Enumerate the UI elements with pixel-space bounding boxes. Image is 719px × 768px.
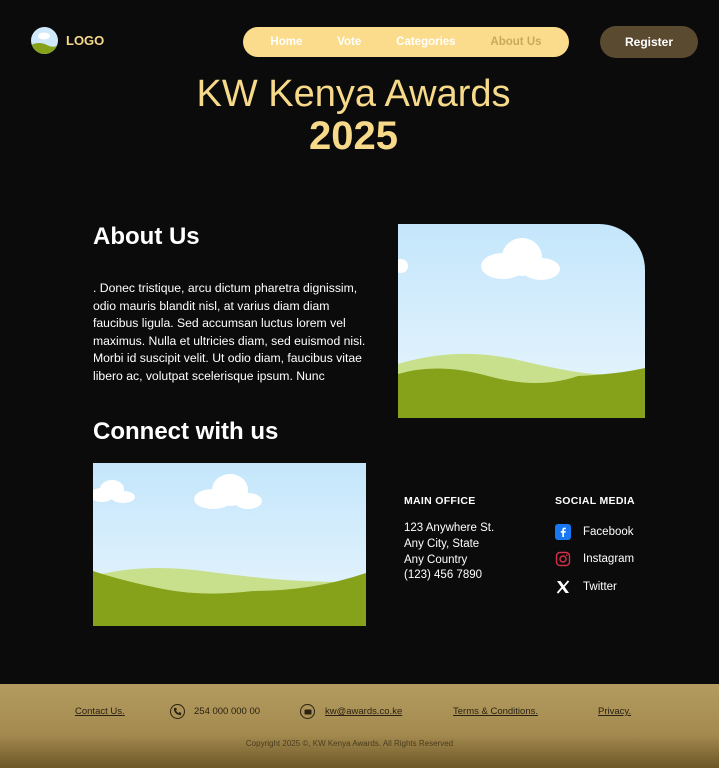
about-heading: About Us bbox=[93, 223, 200, 250]
main-nav: Home Vote Categories About Us bbox=[243, 27, 569, 57]
instagram-icon bbox=[555, 551, 571, 567]
nav-categories[interactable]: Categories bbox=[396, 36, 455, 48]
footer-phone[interactable]: 254 000 000 00 bbox=[170, 704, 260, 719]
nav-home[interactable]: Home bbox=[270, 36, 302, 48]
footer-email[interactable]: kw@awards.co.ke bbox=[300, 704, 402, 719]
social-twitter-link[interactable]: Twitter bbox=[555, 573, 634, 601]
footer-email-link[interactable]: kw@awards.co.ke bbox=[325, 706, 402, 717]
about-image bbox=[398, 224, 645, 418]
page-title-year: 2025 bbox=[309, 114, 398, 158]
page-title: KW Kenya Awards bbox=[196, 73, 511, 115]
office-address: 123 Anywhere St. Any City, State Any Cou… bbox=[404, 521, 494, 584]
nav-vote[interactable]: Vote bbox=[337, 36, 361, 48]
logo-image bbox=[31, 27, 58, 54]
footer-phone-text: 254 000 000 00 bbox=[194, 706, 261, 717]
office-address-line: Any City, State bbox=[404, 537, 480, 550]
social-facebook-link[interactable]: Facebook bbox=[555, 518, 634, 546]
twitter-x-icon bbox=[555, 579, 571, 595]
nav-about-us[interactable]: About Us bbox=[490, 36, 541, 48]
about-text: . Donec tristique, arcu dictum pharetra … bbox=[93, 281, 366, 383]
facebook-icon bbox=[555, 523, 571, 540]
logo[interactable]: LOGO bbox=[31, 27, 104, 54]
connect-image bbox=[93, 463, 366, 626]
register-button[interactable]: Register bbox=[600, 26, 698, 58]
social-media-heading: SOCIAL MEDIA bbox=[555, 495, 635, 507]
main-office-heading: MAIN OFFICE bbox=[404, 495, 476, 507]
office-address-line: Any Country bbox=[404, 553, 468, 566]
footer-privacy-link[interactable]: Privacy. bbox=[598, 706, 631, 717]
office-address-line: 123 Anywhere St. bbox=[404, 522, 495, 534]
footer-terms-link[interactable]: Terms & Conditions. bbox=[453, 706, 538, 717]
connect-heading: Connect with us bbox=[93, 418, 279, 445]
phone-icon bbox=[170, 704, 185, 719]
footer-contact-link[interactable]: Contact Us. bbox=[75, 706, 125, 717]
social-label: Twitter bbox=[583, 580, 617, 593]
footer-copyright: Copyright 2025 ©, KW Kenya Awards. All R… bbox=[245, 739, 454, 748]
social-media-list: Facebook Instagram Twitter bbox=[555, 518, 634, 601]
logo-text: LOGO bbox=[66, 33, 105, 48]
office-phone: (123) 456 7890 bbox=[404, 569, 483, 582]
social-instagram-link[interactable]: Instagram bbox=[555, 546, 634, 574]
footer: Contact Us. 254 000 000 00 kw@awards.co.… bbox=[0, 684, 719, 768]
mail-icon bbox=[300, 704, 315, 719]
social-label: Facebook bbox=[583, 525, 634, 538]
social-label: Instagram bbox=[583, 553, 635, 566]
